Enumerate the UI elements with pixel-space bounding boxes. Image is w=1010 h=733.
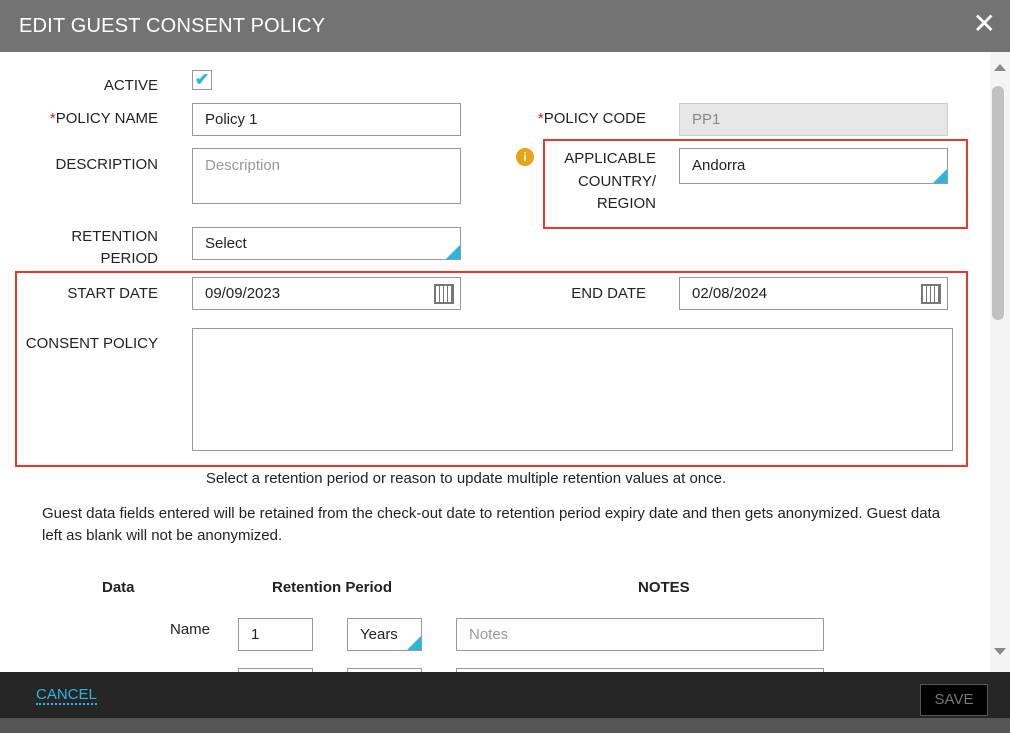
notes-input[interactable]: Notes [456, 618, 824, 651]
retention-info: Guest data fields entered will be retain… [42, 505, 941, 544]
retention-hint: Select a retention period or reason to u… [205, 470, 727, 487]
consent-policy-label: CONSENT POLICY [25, 335, 158, 352]
policy-name-input[interactable]: Policy 1 [192, 103, 461, 136]
retention-label: RETENTION PERIOD [71, 228, 158, 267]
policy-code-input: PP1 [679, 103, 948, 136]
retention-unit-select[interactable]: Years [347, 618, 422, 651]
dialog-body: ACTIVE ✔ *POLICY NAME Policy 1 *POLICY C… [0, 52, 1010, 672]
dialog-footer [0, 672, 1010, 718]
column-header-data: Data [102, 579, 135, 596]
start-date-input[interactable]: 09/09/2023 [192, 277, 461, 310]
scrollbar-thumb[interactable] [992, 86, 1004, 320]
backdrop [0, 718, 1010, 733]
cancel-button[interactable]: CANCEL [36, 686, 97, 705]
end-date-input[interactable]: 02/08/2024 [679, 277, 948, 310]
row-label: Name [170, 621, 211, 638]
save-button[interactable]: SAVE [920, 684, 988, 716]
dialog-header: EDIT GUEST CONSENT POLICY ✕ [0, 0, 1010, 52]
scroll-up-icon[interactable] [994, 64, 1006, 71]
country-label: APPLICABLE COUNTRY/ REGION [564, 150, 656, 212]
calendar-icon[interactable] [921, 284, 941, 304]
consent-policy-textarea[interactable] [192, 328, 953, 451]
scroll-down-icon[interactable] [994, 648, 1006, 655]
policy-code-label: *POLICY CODE [537, 110, 646, 127]
calendar-icon[interactable] [434, 284, 454, 304]
active-checkbox[interactable]: ✔ [192, 70, 212, 90]
column-header-retention: Retention Period [272, 579, 393, 596]
close-icon[interactable]: ✕ [973, 10, 996, 38]
dialog-title: EDIT GUEST CONSENT POLICY [19, 15, 326, 37]
description-textarea[interactable]: Description [192, 148, 461, 204]
country-select[interactable]: Andorra [679, 148, 948, 184]
retention-value-input[interactable]: 1 [238, 618, 313, 651]
end-date-label: END DATE [571, 285, 646, 302]
column-header-notes: NOTES [638, 579, 690, 596]
description-label: DESCRIPTION [55, 156, 158, 173]
policy-name-label: *POLICY NAME [49, 110, 158, 127]
retention-select[interactable]: Select [192, 227, 461, 260]
start-date-label: START DATE [67, 285, 158, 302]
info-icon[interactable]: i [516, 148, 534, 166]
active-label: ACTIVE [103, 77, 158, 94]
